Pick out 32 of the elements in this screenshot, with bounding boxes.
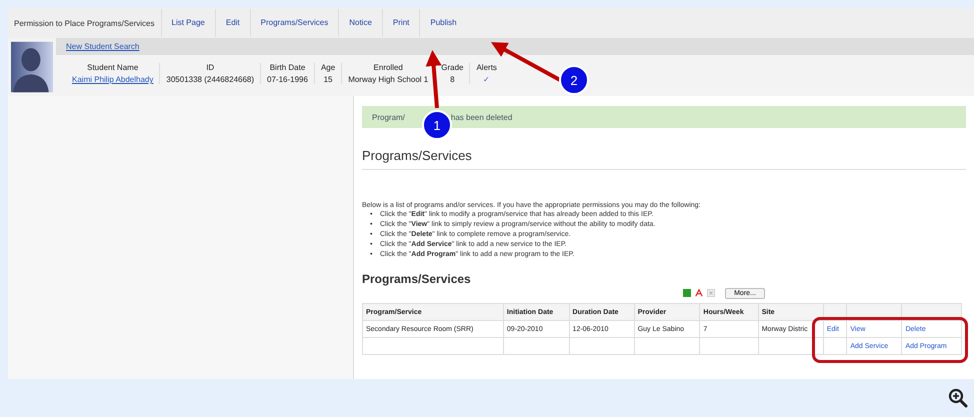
callout-badge: 1 [422, 110, 452, 140]
section-heading: Programs/Services [362, 148, 966, 170]
nav-link[interactable]: Edit [214, 9, 250, 37]
nav-link[interactable]: Publish [419, 9, 467, 37]
arrow [426, 50, 442, 108]
field-value: 30501338 (2446824668) [166, 75, 254, 84]
pdf-icon[interactable] [695, 289, 704, 297]
field-label: Birth Date [270, 63, 306, 72]
field-label: ID [206, 63, 214, 72]
table-title: Programs/Services [362, 272, 472, 286]
field-label: Grade [441, 63, 464, 72]
nav-link[interactable]: List Page [160, 9, 215, 37]
student-name-link[interactable]: Kaimi Philip Abdelhady [72, 75, 154, 84]
field-value: Morway High School 1 [348, 75, 428, 84]
field-value: 07-16-1996 [267, 75, 308, 84]
field-label: Alerts [476, 63, 497, 72]
field-label: Student Name [87, 63, 138, 72]
message-text: has been deleted [450, 112, 512, 122]
field-value: 15 [324, 75, 333, 84]
page-title: Permission to Place Programs/Services [14, 18, 154, 28]
field-value: 8 [450, 75, 455, 84]
field-label: Age [320, 63, 336, 72]
nav-link[interactable]: Print [382, 9, 420, 37]
callout-badge: 2 [559, 65, 589, 95]
field-label: Enrolled [374, 63, 403, 72]
new-student-search-link[interactable]: New Student Search [66, 42, 140, 51]
alert-icon[interactable]: ✓ [483, 75, 490, 84]
nav-link[interactable]: Programs/Services [250, 9, 338, 37]
spreadsheet-icon[interactable] [683, 289, 692, 297]
message-text: Program/ [372, 112, 405, 122]
nav-link[interactable]: Notice [338, 9, 382, 37]
zoom-in-icon[interactable] [948, 388, 968, 408]
